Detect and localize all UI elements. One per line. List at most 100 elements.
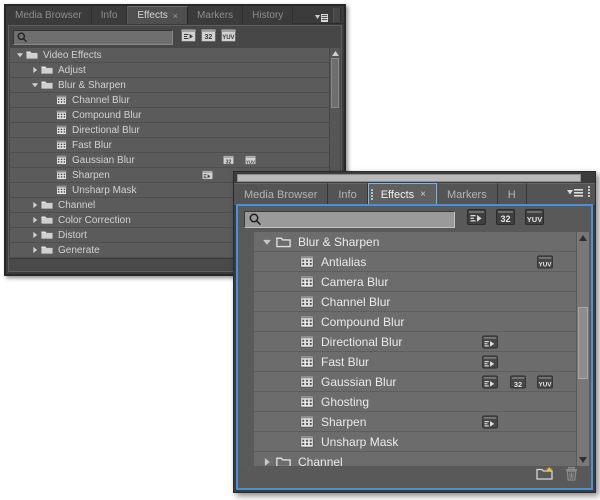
front-panel-scrollbar[interactable] [576,232,589,466]
tab-markers[interactable]: Markers [188,6,244,24]
yuv-effects-filter[interactable]: YUV [525,208,544,230]
tab-markers[interactable]: Markers [437,183,498,205]
tree-effect-row[interactable]: Compound Blur [10,108,340,123]
panel-menu-icon[interactable] [315,10,328,22]
effects-panel-floating[interactable]: Media Browser Info Effects × Markers H 3… [233,171,596,493]
tree-folder-row[interactable]: Channel [254,452,576,466]
folder-icon [41,80,53,90]
svg-text:32: 32 [500,214,510,224]
chevron-down-icon[interactable] [16,51,24,60]
scroll-up-arrow[interactable] [577,232,589,244]
tree-effect-row[interactable]: Gaussian Blur 32 YUV [254,372,576,392]
close-icon[interactable]: × [420,189,426,200]
tree-folder-row[interactable]: Video Effects [10,48,340,63]
tree-item-label: Blur & Sharpen [58,79,126,91]
panel-drag-grip[interactable] [587,185,592,204]
accelerated-effects-filter[interactable] [467,208,486,230]
32bit-effects-filter[interactable]: 32 [201,28,216,47]
tree-effect-row[interactable]: Fast Blur [254,352,576,372]
panel-menu-icon[interactable] [567,186,583,204]
tree-item-label: Compound Blur [321,314,405,329]
tree-effect-row[interactable]: Channel Blur [10,93,340,108]
tab-history-clipped[interactable]: H [497,183,527,205]
tree-item-label: Channel Blur [321,294,391,309]
search-icon [249,213,261,225]
tree-effect-row[interactable]: Compound Blur [254,312,576,332]
tree-effect-row[interactable]: Camera Blur [254,272,576,292]
yuv-effects-filter[interactable]: YUV [221,28,236,47]
chevron-down-icon[interactable] [31,81,39,90]
yuv-badge-icon: YUV [537,375,553,388]
yuv-badge-icon: YUV [537,255,553,268]
scrollbar-thumb[interactable] [331,58,339,108]
tree-effect-row[interactable]: Antialias YUV [254,252,576,272]
effect-icon [56,185,67,195]
new-custom-bin-icon[interactable] [536,466,554,486]
tab-media-browser[interactable]: Media Browser [6,6,92,24]
tree-folder-row[interactable]: Blur & Sharpen [254,232,576,252]
tab-effects[interactable]: Effects × [367,183,437,205]
svg-text:YUV: YUV [222,35,234,41]
tree-folder-row[interactable]: Blur & Sharpen [10,78,340,93]
tree-effect-row[interactable]: Ghosting [254,392,576,412]
chevron-right-icon[interactable] [31,66,39,75]
effect-icon [56,140,67,150]
effects-tree-front[interactable]: Blur & Sharpen Antialias YUV Camera Blur Cha… [240,232,576,466]
tree-effect-row[interactable]: Fast Blur [10,138,340,153]
tree-effect-row[interactable]: Directional Blur [10,123,340,138]
tree-item-label: Blur & Sharpen [298,234,380,249]
search-input[interactable] [13,30,173,45]
tab-effects[interactable]: Effects × [127,6,189,24]
tab-history[interactable]: History [243,6,294,24]
front-tabbar-tools [526,183,595,205]
scroll-down-arrow[interactable] [577,454,589,466]
tab-label: Effects [137,10,168,21]
effect-icon [300,435,314,448]
tabbar-filler [293,6,344,24]
scrollbar-thumb[interactable] [578,307,588,379]
effect-icon [300,395,314,408]
panel-drag-grip[interactable] [333,8,341,22]
tree-item-label: Channel Blur [72,94,130,106]
tab-label: Markers [447,188,487,201]
tree-effect-row[interactable]: Unsharp Mask [254,432,576,452]
chevron-right-icon[interactable] [31,246,39,255]
chevron-right-icon[interactable] [31,216,39,225]
tree-folder-row[interactable]: Adjust [10,63,340,78]
chevron-right-icon[interactable] [262,457,272,466]
panel-drag-bar[interactable] [237,174,581,182]
svg-text:32: 32 [205,34,213,41]
tree-item-label: Compound Blur [72,109,142,121]
close-icon[interactable]: × [173,11,178,21]
svg-text:YUV: YUV [246,159,255,164]
accelerated-badge-icon [482,415,498,428]
accelerated-badge-icon [202,170,213,180]
tab-info[interactable]: Info [328,183,368,205]
tab-label: Markers [197,9,234,21]
chevron-down-icon[interactable] [262,237,272,246]
tree-effect-row[interactable]: Sharpen [254,412,576,432]
tab-info[interactable]: Info [91,6,128,24]
tree-item-label: Color Correction [58,214,131,226]
chevron-right-icon[interactable] [31,201,39,210]
chevron-right-icon[interactable] [31,231,39,240]
tab-label: Effects [380,188,415,201]
tree-effect-row[interactable]: Directional Blur [254,332,576,352]
front-panel-search-row: 32 YUV [238,206,591,232]
search-input[interactable] [244,210,455,228]
delete-custom-item-icon[interactable] [564,466,579,486]
32bit-effects-filter[interactable]: 32 [496,208,515,230]
effect-icon [56,95,67,105]
effect-icon [300,335,314,348]
tree-effect-row[interactable]: Gaussian Blur 32 YUV [10,153,340,168]
accelerated-badge-icon [482,375,498,388]
scroll-up-arrow[interactable] [330,48,340,58]
accelerated-effects-filter[interactable] [181,28,196,47]
tree-effect-row[interactable]: Channel Blur [254,292,576,312]
tab-media-browser[interactable]: Media Browser [234,183,329,205]
